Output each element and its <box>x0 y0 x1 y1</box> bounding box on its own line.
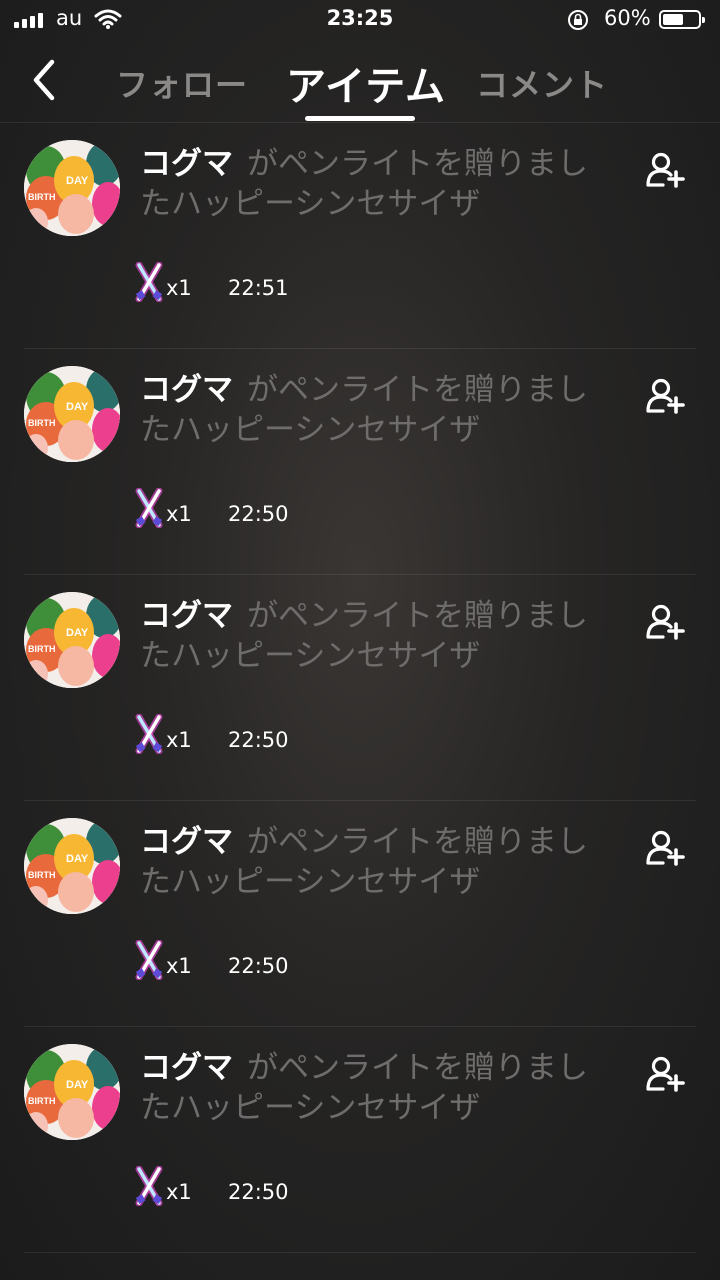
battery-percent: 60% <box>604 6 651 30</box>
gift-message: コグマ がペンライトを贈りましたハッピーシンセサイザ <box>140 822 610 902</box>
avatar[interactable]: DAY BIRTH <box>24 366 120 462</box>
gift-quantity: x1 <box>166 502 192 526</box>
gift-message: コグマ がペンライトを贈りましたハッピーシンセサイザ <box>140 596 610 676</box>
user-name[interactable]: コグマ <box>140 372 233 408</box>
svg-text:BIRTH: BIRTH <box>28 1096 56 1106</box>
gift-list-item: DAY BIRTH コグマ がペンライトを贈りましたハッピーシンセサイザ x1 2… <box>24 1026 696 1253</box>
tab-item[interactable]: アイテム <box>286 54 446 112</box>
add-user-icon[interactable] <box>646 604 686 640</box>
gift-list-item: DAY BIRTH コグマ がペンライトを贈りましたハッピーシンセサイザ x1 2… <box>24 574 696 801</box>
penlight-icon <box>135 714 163 754</box>
svg-text:DAY: DAY <box>66 853 89 865</box>
avatar[interactable]: DAY BIRTH <box>24 1044 120 1140</box>
add-user-icon[interactable] <box>646 378 686 414</box>
penlight-icon <box>135 1166 163 1206</box>
svg-text:BIRTH: BIRTH <box>28 192 56 202</box>
gift-quantity: x1 <box>166 728 192 752</box>
active-tab-indicator <box>305 116 415 121</box>
tab-follow[interactable]: フォロー <box>116 60 248 106</box>
gift-time: 22:50 <box>228 502 289 526</box>
gift-time: 22:50 <box>228 728 289 752</box>
gift-message: コグマ がペンライトを贈りましたハッピーシンセサイザ <box>140 144 610 224</box>
gift-quantity: x1 <box>166 1180 192 1204</box>
status-bar: au 23:25 60% <box>0 0 720 40</box>
avatar[interactable]: DAY BIRTH <box>24 592 120 688</box>
svg-text:BIRTH: BIRTH <box>28 418 56 428</box>
gift-quantity: x1 <box>166 276 192 300</box>
gift-time: 22:50 <box>228 954 289 978</box>
penlight-icon <box>135 488 163 528</box>
gift-list-item: DAY BIRTH コグマ がペンライトを贈りましたハッピーシンセサイザ x1 2… <box>24 800 696 1027</box>
gift-time: 22:50 <box>228 1180 289 1204</box>
gift-time: 22:51 <box>228 276 289 300</box>
gift-message: コグマ がペンライトを贈りましたハッピーシンセサイザ <box>140 1048 610 1128</box>
orientation-lock-icon <box>568 10 588 30</box>
penlight-icon <box>135 940 163 980</box>
user-name[interactable]: コグマ <box>140 824 233 860</box>
svg-text:BIRTH: BIRTH <box>28 870 56 880</box>
svg-text:DAY: DAY <box>66 627 89 639</box>
gift-message: コグマ がペンライトを贈りましたハッピーシンセサイザ <box>140 370 610 450</box>
tab-comment[interactable]: コメント <box>476 60 608 106</box>
svg-text:DAY: DAY <box>66 1079 89 1091</box>
gift-quantity: x1 <box>166 954 192 978</box>
svg-text:BIRTH: BIRTH <box>28 644 56 654</box>
user-name[interactable]: コグマ <box>140 598 233 634</box>
header: フォロー アイテム コメント <box>0 40 720 123</box>
add-user-icon[interactable] <box>646 1056 686 1092</box>
svg-text:DAY: DAY <box>66 175 89 187</box>
user-name[interactable]: コグマ <box>140 1050 233 1086</box>
gift-list-item: DAY BIRTH コグマ がペンライトを贈りましたハッピーシンセサイザ x1 2… <box>24 122 696 349</box>
avatar[interactable]: DAY BIRTH <box>24 818 120 914</box>
penlight-icon <box>135 262 163 302</box>
gift-list-item: DAY BIRTH コグマ がペンライトを贈りましたハッピーシンセサイザ x1 2… <box>24 348 696 575</box>
add-user-icon[interactable] <box>646 152 686 188</box>
user-name[interactable]: コグマ <box>140 146 233 182</box>
back-button[interactable] <box>28 56 60 104</box>
battery-icon <box>659 10 705 29</box>
avatar[interactable]: DAY BIRTH <box>24 140 120 236</box>
add-user-icon[interactable] <box>646 830 686 866</box>
svg-text:DAY: DAY <box>66 401 89 413</box>
